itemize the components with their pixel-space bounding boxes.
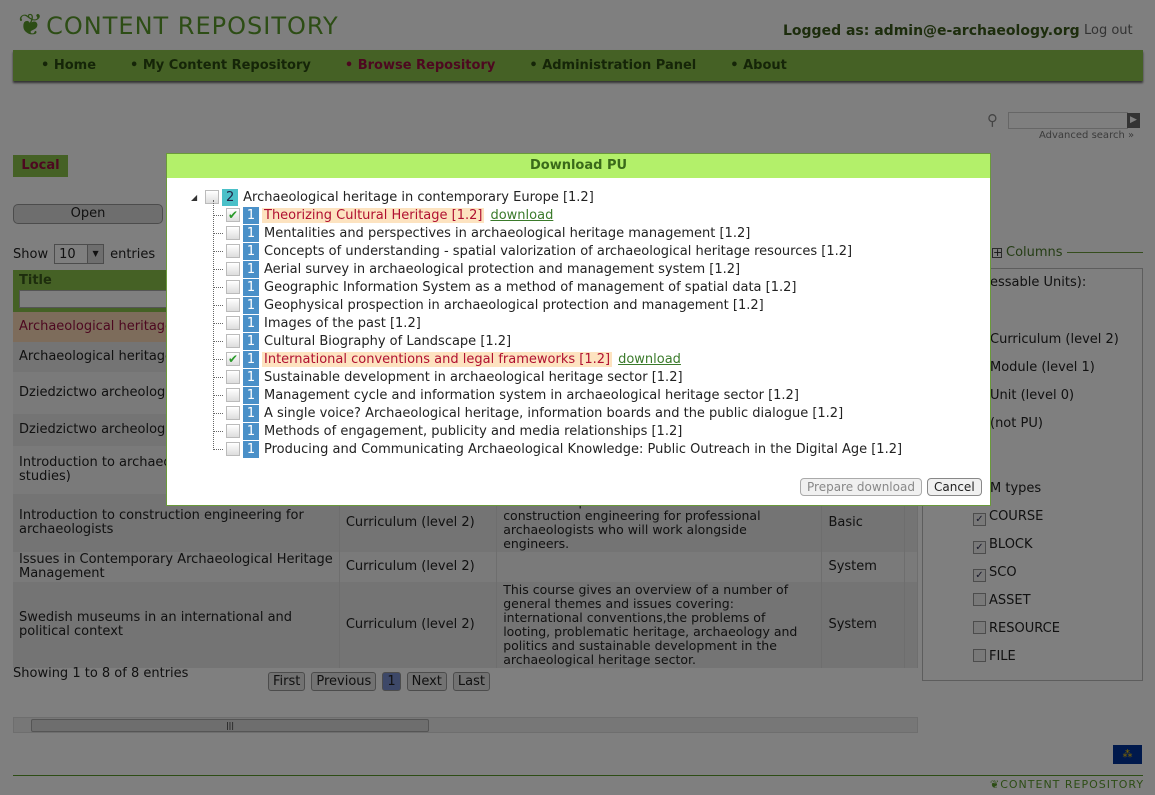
tree-item: 1 Geographic Information System as a meth…	[226, 278, 798, 296]
level-badge: 1	[243, 206, 259, 224]
item-checkbox[interactable]	[226, 262, 240, 276]
tree-item: 1 A single voice? Archaeological heritage…	[226, 404, 845, 422]
tree-item: 1 Management cycle and information system…	[226, 386, 801, 404]
tree-connector	[213, 341, 223, 342]
item-checkbox[interactable]: ✔	[226, 208, 240, 222]
tree-item: 1 Cultural Biography of Landscape [1.2]	[226, 332, 513, 350]
tree-item: 1 Aerial survey in archaeological protect…	[226, 260, 742, 278]
item-checkbox[interactable]	[226, 424, 240, 438]
pu-tree: ◢ 2 Archaeological heritage in contemporar…	[191, 188, 981, 468]
tree-connector	[213, 215, 223, 216]
level-badge: 1	[243, 440, 259, 458]
tree-item: ✔ 1 International conventions and legal fr…	[226, 350, 681, 368]
tree-label: Management cycle and information system …	[264, 387, 799, 403]
tree-connector	[213, 269, 223, 270]
level-badge: 1	[243, 422, 259, 440]
level-badge: 1	[243, 224, 259, 242]
tree-connector	[213, 233, 223, 234]
tree-item: ✔ 1 Theorizing Cultural Heritage [1.2] down…	[226, 206, 553, 224]
tree-label: Concepts of understanding - spatial valo…	[264, 243, 853, 259]
item-checkbox[interactable]	[226, 442, 240, 456]
tree-label: Sustainable development in archaeologica…	[264, 369, 683, 385]
download-link[interactable]: download	[490, 208, 553, 223]
tree-connector	[213, 305, 223, 306]
level-badge: 1	[243, 368, 259, 386]
cancel-button[interactable]: Cancel	[927, 478, 982, 496]
level-badge: 1	[243, 350, 259, 368]
prepare-download-button[interactable]: Prepare download	[800, 478, 922, 496]
item-checkbox[interactable]	[226, 334, 240, 348]
item-checkbox[interactable]	[226, 298, 240, 312]
tree-label: Theorizing Cultural Heritage [1.2]	[262, 207, 485, 223]
item-checkbox[interactable]	[226, 316, 240, 330]
tree-connector	[213, 395, 223, 396]
tree-item: 1 Geophysical prospection in archaeologic…	[226, 296, 766, 314]
tree-label: Geophysical prospection in archaeologica…	[264, 297, 764, 313]
level-badge: 1	[243, 404, 259, 422]
item-checkbox[interactable]	[226, 370, 240, 384]
level-badge: 1	[243, 242, 259, 260]
tree-label: Methods of engagement, publicity and med…	[264, 423, 683, 439]
tree-connector	[213, 449, 223, 450]
tree-label: Images of the past [1.2]	[264, 315, 421, 331]
tree-label: Cultural Biography of Landscape [1.2]	[264, 333, 512, 349]
tree-item: 1 Mentalities and perspectives in archaeo…	[226, 224, 752, 242]
tree-item: 1 Sustainable development in archaeologic…	[226, 368, 685, 386]
tree-connector	[213, 377, 223, 378]
tree-label: International conventions and legal fram…	[262, 351, 613, 367]
dialog-title: Download PU	[167, 154, 990, 178]
level-badge: 1	[243, 296, 259, 314]
item-checkbox[interactable]	[226, 226, 240, 240]
item-checkbox[interactable]	[226, 244, 240, 258]
tree-label: Archaeological heritage in contemporary …	[243, 189, 594, 205]
tree-label: Producing and Communicating Archaeologic…	[264, 441, 903, 457]
level-badge: 2	[222, 188, 239, 206]
tree-connector	[213, 359, 223, 360]
level-badge: 1	[243, 260, 259, 278]
level-badge: 1	[243, 278, 259, 296]
item-checkbox[interactable]	[226, 406, 240, 420]
item-checkbox[interactable]	[226, 280, 240, 294]
tree-item: 1 Images of the past [1.2]	[226, 314, 423, 332]
tree-label: Geographic Information System as a metho…	[264, 279, 797, 295]
tree-connector	[213, 413, 223, 414]
tree-item: 1 Methods of engagement, publicity and me…	[226, 422, 684, 440]
level-badge: 1	[243, 386, 259, 404]
tree-connector	[213, 323, 223, 324]
tree-connector	[213, 251, 223, 252]
tree-label: Mentalities and perspectives in archaeol…	[264, 225, 751, 241]
tree-item: 1 Concepts of understanding - spatial val…	[226, 242, 854, 260]
tree-connector	[213, 431, 223, 432]
tree-label: Aerial survey in archaeological protecti…	[264, 261, 741, 277]
tree-item: 1 Producing and Communicating Archaeologi…	[226, 440, 904, 458]
download-link[interactable]: download	[618, 352, 681, 367]
item-checkbox[interactable]: ✔	[226, 352, 240, 366]
item-checkbox[interactable]	[226, 388, 240, 402]
tree-connector	[213, 287, 223, 288]
download-pu-dialog: Download PU ◢ 2 Archaeological heritage in…	[166, 153, 991, 506]
collapse-icon[interactable]: ◢	[191, 193, 197, 202]
level-badge: 1	[243, 332, 259, 350]
level-badge: 1	[243, 314, 259, 332]
tree-label: A single voice? Archaeological heritage,…	[264, 405, 844, 421]
tree-root: ◢ 2 Archaeological heritage in contemporar…	[191, 188, 596, 206]
